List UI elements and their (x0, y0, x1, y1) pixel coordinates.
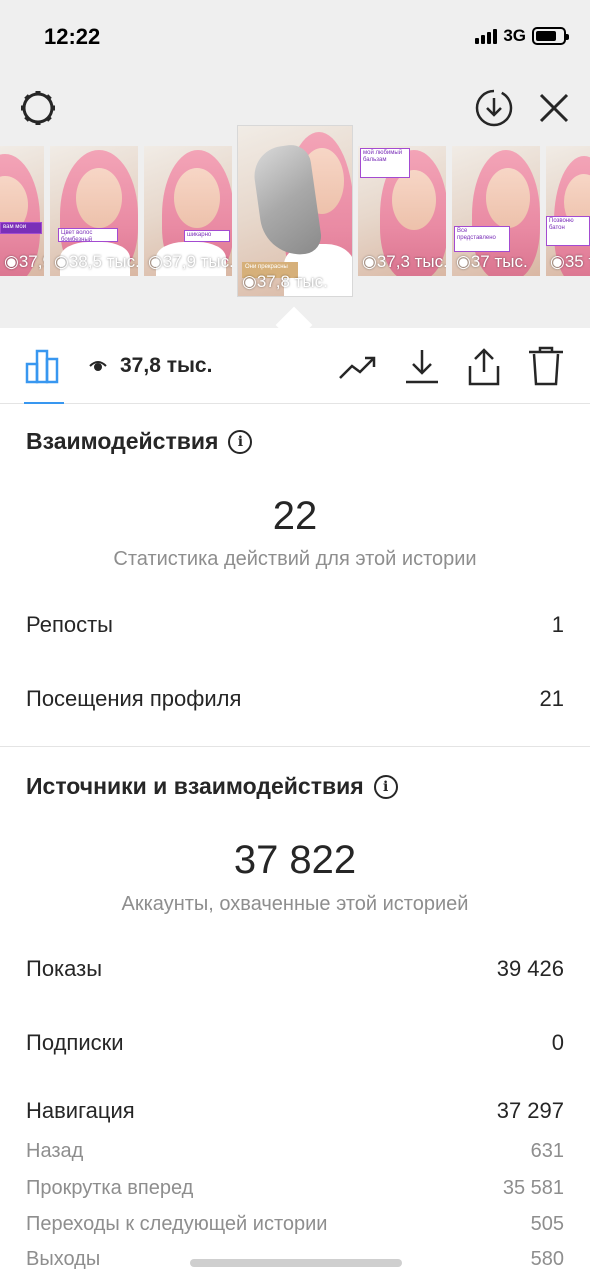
navigation-sub-row: Назад 631 (26, 1140, 564, 1163)
thumbnail-views: ◉37 тыс. (456, 252, 528, 271)
thumbnail-views: ◉37,9 тыс. (148, 252, 232, 271)
stat-label: Посещения профиля (26, 686, 242, 711)
stat-label: Переходы к следующей истории (26, 1213, 328, 1235)
trending-up-icon[interactable] (336, 346, 380, 386)
stat-row: Посещения профиля 21 (26, 686, 564, 712)
story-thumbnail-selected[interactable]: Они прекрасны ◉37,8 тыс. (238, 126, 352, 296)
close-icon[interactable] (532, 86, 576, 130)
story-toolbar: 37,8 тыс. (0, 328, 590, 404)
stat-label: Репосты (26, 612, 113, 637)
discovery-section-title: Источники и взаимодействия i (26, 773, 398, 800)
status-bar: 12:22 3G (0, 0, 590, 72)
stat-label: Навигация (26, 1098, 135, 1123)
info-icon[interactable]: i (373, 774, 398, 799)
eye-icon (88, 356, 108, 381)
thumbnail-views: ◉37,8 тыс. (242, 272, 328, 291)
stat-row: Репосты 1 (26, 612, 564, 638)
interactions-total: 22 (272, 494, 318, 538)
bar-chart-icon (25, 349, 59, 384)
trash-icon[interactable] (524, 346, 568, 386)
stat-label: Подписки (26, 1030, 124, 1055)
discovery-title: Источники и взаимодействия (26, 773, 364, 799)
navigation-sub-row: Прокрутка вперед 35 581 (26, 1177, 564, 1200)
story-thumbnail[interactable]: Цвет волос бомбезный ◉38,5 тыс. (50, 146, 138, 276)
story-thumbnail[interactable]: Позвоню батон ◉35 тыс. (546, 146, 590, 276)
network-type: 3G (503, 26, 526, 45)
story-header: 12:22 3G вам мои ◉37, Цвет волос бомбезн… (0, 0, 590, 328)
thumbnail-views: ◉35 тыс. (550, 252, 590, 271)
stat-row: Подписки 0 (26, 1030, 564, 1056)
stat-value: 21 (539, 686, 564, 711)
thumbnail-views: ◉38,5 тыс. (54, 252, 138, 271)
status-indicators: 3G (475, 26, 569, 46)
interactions-section-title: Взаимодействия i (26, 428, 253, 455)
download-circle-icon[interactable] (472, 86, 516, 130)
story-thumbnails: вам мои ◉37,9 тыс. Цвет волос бомбезный … (0, 126, 590, 326)
views-count: 37,8 тыс. (120, 354, 213, 377)
discovery-caption: Аккаунты, охваченные этой историей (121, 893, 469, 915)
stat-label: Показы (26, 956, 103, 981)
share-icon[interactable] (462, 346, 506, 386)
stat-value: 631 (530, 1140, 564, 1162)
stat-value: 35 581 (502, 1177, 564, 1199)
stat-value: 580 (530, 1248, 564, 1270)
thumbnail-views: ◉37,9 тыс. (4, 252, 44, 271)
stat-row: Показы 39 426 (26, 956, 564, 982)
story-thumbnail[interactable]: шикарно ◉37,9 тыс. (144, 146, 232, 276)
home-indicator[interactable] (190, 1259, 402, 1267)
stat-value: 505 (530, 1213, 564, 1235)
stat-label: Назад (26, 1140, 84, 1162)
signal-icon (475, 28, 498, 44)
story-thumbnail[interactable]: Все представлено ◉37 тыс. (452, 146, 540, 276)
battery-icon (532, 27, 569, 45)
stat-label: Прокрутка вперед (26, 1177, 194, 1199)
story-thumbnail[interactable]: мой любимый бальзам ◉37,3 тыс. (358, 146, 446, 276)
stat-value: 1 (551, 612, 564, 637)
story-thumbnail[interactable]: вам мои ◉37,9 тыс. (0, 146, 44, 276)
stat-value: 37 297 (496, 1098, 564, 1123)
discovery-total: 37 822 (233, 838, 357, 882)
info-icon[interactable]: i (228, 429, 253, 454)
thumbnail-views: ◉37,3 тыс. (362, 252, 446, 271)
navigation-sub-row: Переходы к следующей истории 505 (26, 1213, 564, 1236)
insights-tab[interactable] (24, 346, 64, 404)
interactions-title: Взаимодействия (26, 428, 219, 454)
interactions-caption: Статистика действий для этой истории (113, 548, 477, 570)
stat-value: 0 (551, 1030, 564, 1055)
gear-icon[interactable] (16, 86, 60, 130)
section-divider (0, 746, 590, 747)
download-icon[interactable] (400, 346, 444, 386)
stat-value: 39 426 (496, 956, 564, 981)
stat-label: Выходы (26, 1248, 101, 1270)
status-time: 12:22 (44, 24, 101, 49)
stat-row: Навигация 37 297 (26, 1098, 564, 1124)
